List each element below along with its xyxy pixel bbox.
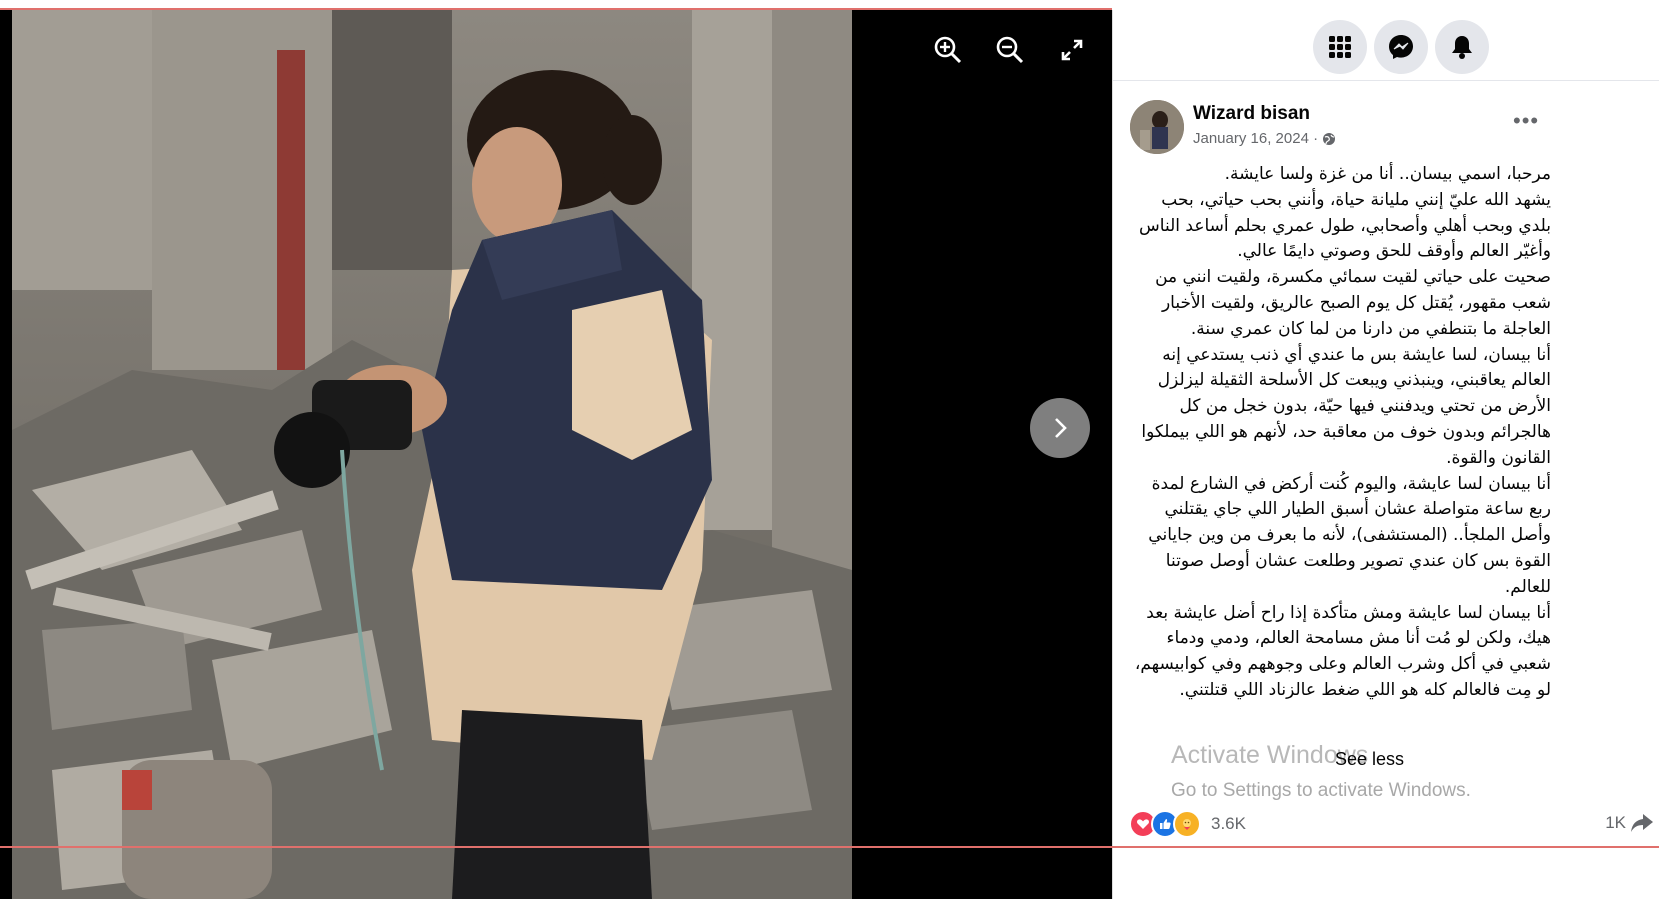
window-bottom-border bbox=[0, 846, 1659, 848]
fullscreen-button[interactable] bbox=[1052, 30, 1092, 70]
photo-image bbox=[12, 10, 852, 899]
post-photo[interactable] bbox=[12, 10, 852, 899]
window-top-edge bbox=[0, 0, 1659, 8]
post-paragraph: أنا بيسان لسا عايشة، واليوم كُنت أركض في… bbox=[1148, 473, 1551, 597]
care-icon bbox=[1173, 810, 1201, 838]
post-panel: Wizard bisan January 16, 2024 · ••• مرحب… bbox=[1112, 10, 1659, 899]
shares-summary[interactable]: 1K bbox=[1605, 812, 1654, 834]
post-more-button[interactable]: ••• bbox=[1513, 108, 1539, 134]
activation-watermark-subtitle: Go to Settings to activate Windows. bbox=[1171, 780, 1471, 801]
post-date: January 16, 2024 · bbox=[1193, 130, 1336, 147]
grid-menu-icon bbox=[1329, 36, 1351, 58]
top-bar bbox=[1113, 10, 1659, 81]
zoom-out-button[interactable] bbox=[990, 30, 1030, 70]
post-paragraph: أنا بيسان لسا عايشة ومش متأكدة إذا راح أ… bbox=[1134, 602, 1551, 700]
bell-icon bbox=[1452, 36, 1472, 59]
photo-viewer bbox=[0, 10, 1112, 899]
zoom-in-button[interactable] bbox=[928, 30, 968, 70]
messenger-icon bbox=[1389, 35, 1413, 59]
messenger-button[interactable] bbox=[1374, 20, 1428, 74]
post-author[interactable]: Wizard bisan bbox=[1193, 103, 1310, 125]
shares-count: 1K bbox=[1605, 813, 1626, 832]
avatar-image bbox=[1130, 100, 1184, 154]
avatar[interactable] bbox=[1130, 100, 1184, 154]
post-date-text[interactable]: January 16, 2024 · bbox=[1193, 130, 1318, 147]
next-photo-button[interactable] bbox=[1030, 398, 1090, 458]
globe-icon bbox=[1323, 132, 1336, 145]
post-paragraph: يشهد الله عليّ إنني مليانة حياة، وأنني ب… bbox=[1139, 189, 1551, 262]
chevron-right-icon bbox=[1055, 418, 1067, 438]
post-paragraph: مرحبا، اسمي بيسان.. أنا من غزة ولسا عايش… bbox=[1224, 164, 1551, 184]
see-less-link[interactable]: See less bbox=[1335, 749, 1404, 770]
fullscreen-icon bbox=[1061, 39, 1083, 61]
reactions-summary[interactable]: 3.6K bbox=[1129, 810, 1246, 838]
reactions-count: 3.6K bbox=[1211, 814, 1246, 833]
share-icon bbox=[1631, 814, 1653, 832]
post-paragraph: أنا بيسان، لسا عايشة بس ما عندي أي ذنب ي… bbox=[1141, 344, 1551, 468]
post-body: مرحبا، اسمي بيسان.. أنا من غزة ولسا عايش… bbox=[1131, 162, 1551, 704]
zoom-in-icon bbox=[934, 36, 962, 64]
notifications-button[interactable] bbox=[1435, 20, 1489, 74]
post-paragraph: صحيت على حياتي لقيت سمائي مكسرة، ولقيت ا… bbox=[1155, 267, 1551, 339]
zoom-out-icon bbox=[996, 36, 1024, 64]
menu-button[interactable] bbox=[1313, 20, 1367, 74]
